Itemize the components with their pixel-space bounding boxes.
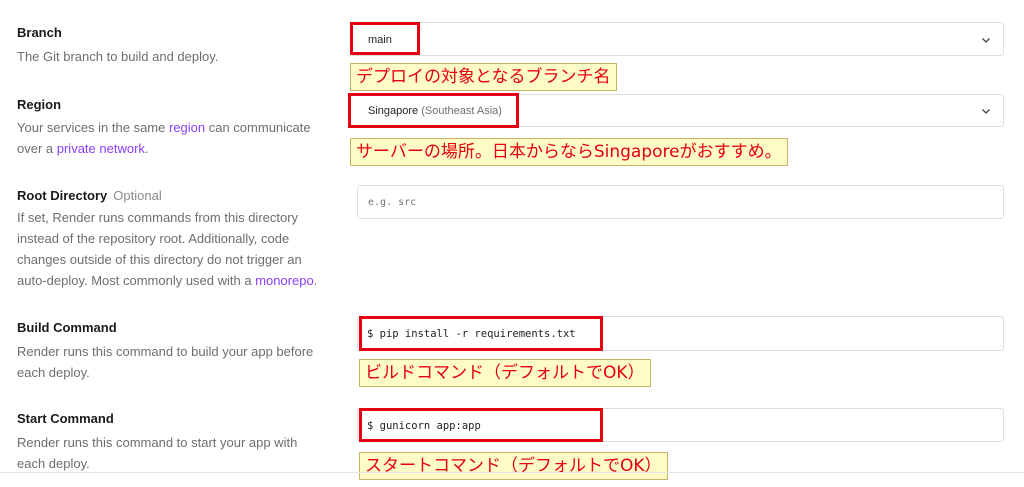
optional-tag: Optional <box>113 188 162 203</box>
region-annotation: サーバーの場所。日本からならSingaporeがおすすめ。 <box>350 138 788 166</box>
build-command-label: Build Command <box>17 320 117 335</box>
branch-select[interactable]: main <box>350 22 1004 56</box>
start-command-highlight-box <box>359 408 603 442</box>
bottom-divider <box>0 472 1024 473</box>
start-command-label: Start Command <box>17 411 114 426</box>
build-command-description: Render runs this command to build your a… <box>17 344 314 380</box>
monorepo-link[interactable]: monorepo <box>255 273 314 288</box>
branch-highlight-box <box>350 22 420 55</box>
build-command-highlight-box <box>359 316 603 351</box>
root-directory-input[interactable] <box>357 185 1004 219</box>
region-label: Region <box>17 97 62 112</box>
chevron-down-icon <box>982 38 990 43</box>
root-directory-description: If set, Render runs commands from this d… <box>17 210 318 288</box>
branch-annotation: デプロイの対象となるブランチ名 <box>350 63 617 91</box>
root-directory-label: Root Directory Optional <box>17 188 162 203</box>
start-command-annotation: スタートコマンド（デフォルトでOK） <box>359 452 668 480</box>
start-command-description: Render runs this command to start your a… <box>17 435 298 471</box>
region-link[interactable]: region <box>169 120 205 135</box>
build-command-annotation: ビルドコマンド（デフォルトでOK） <box>359 359 651 387</box>
private-network-link[interactable]: private network <box>57 141 145 156</box>
branch-description: The Git branch to build and deploy. <box>17 49 219 64</box>
region-highlight-box <box>348 93 519 128</box>
branch-label: Branch <box>17 25 62 40</box>
region-description: Your services in the same region can com… <box>17 120 311 156</box>
chevron-down-icon <box>982 109 990 114</box>
